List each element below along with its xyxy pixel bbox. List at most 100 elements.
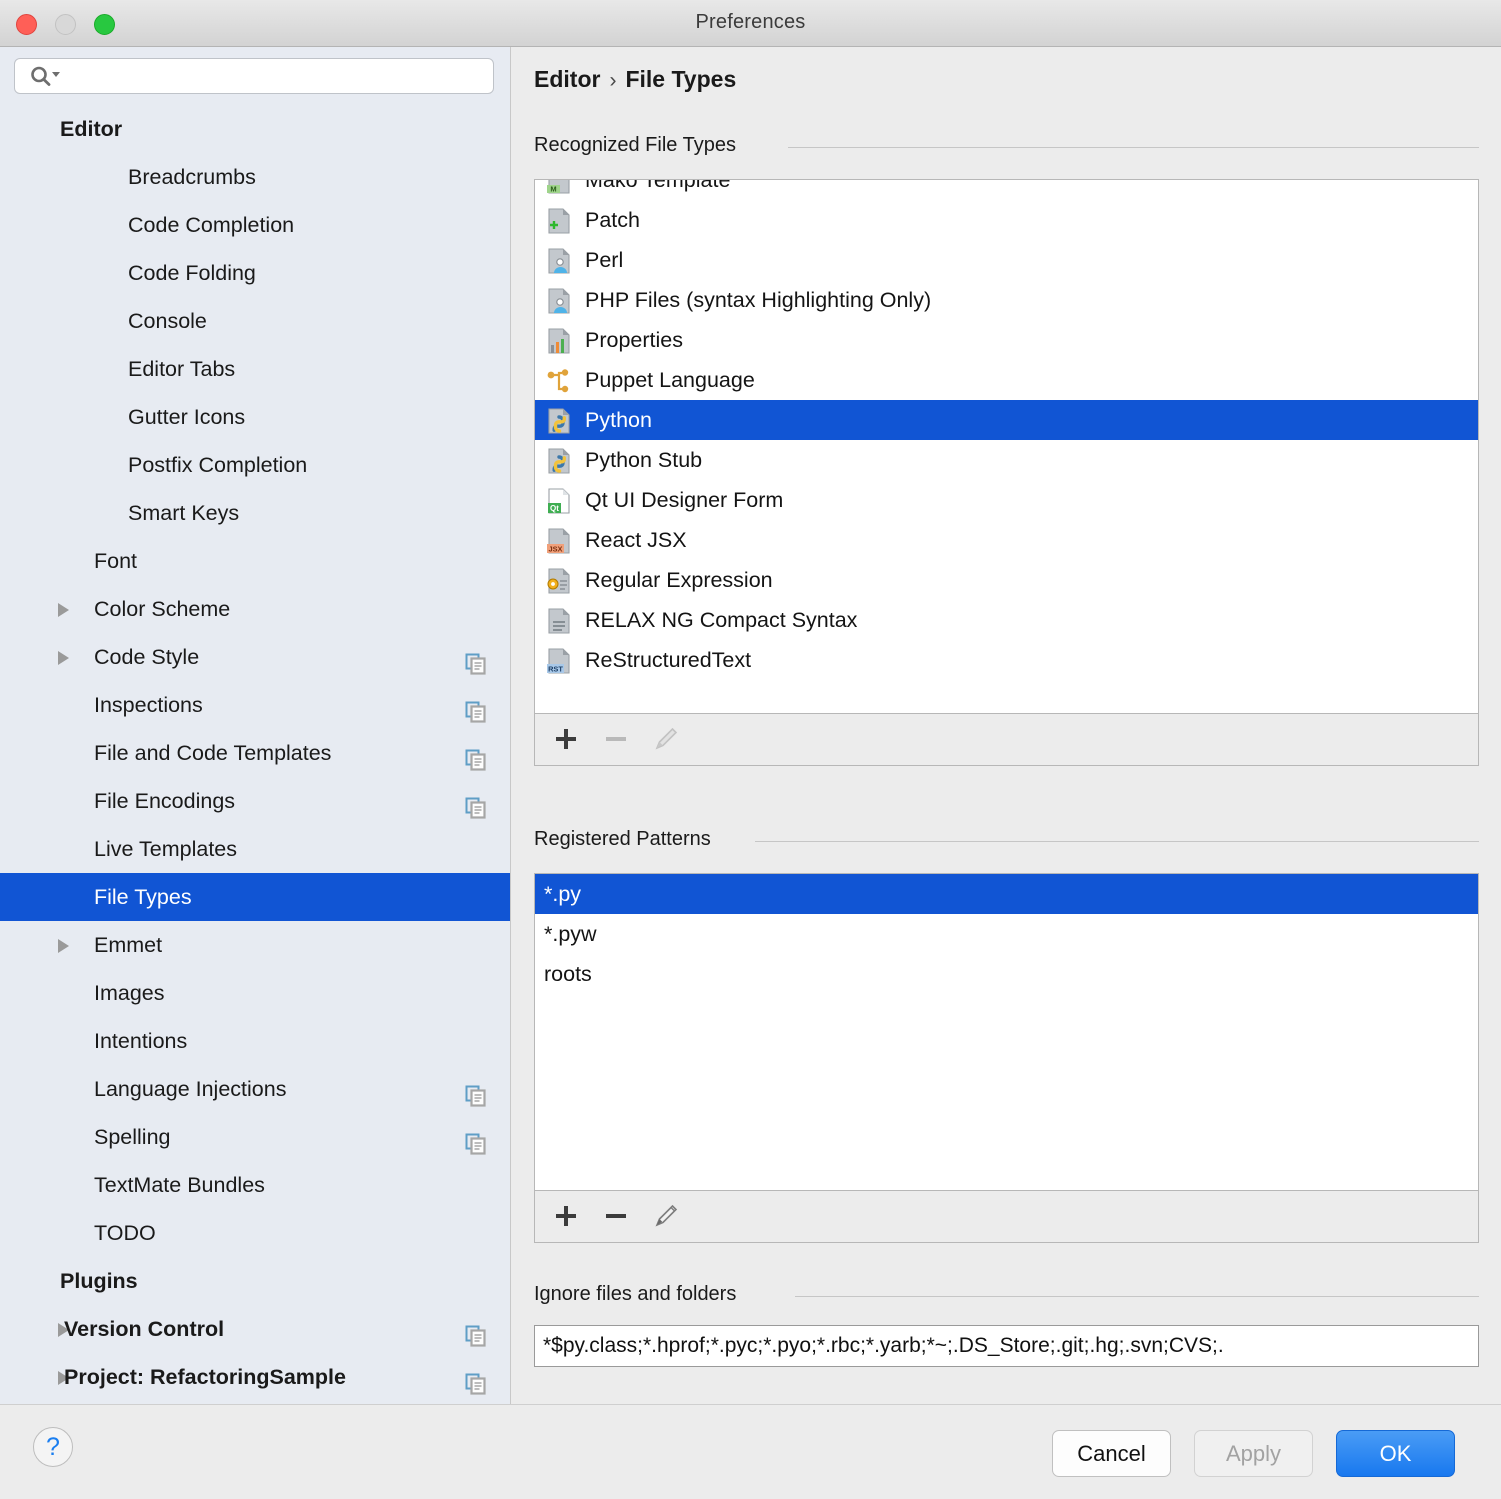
python-file-icon — [546, 408, 572, 434]
file-type-row[interactable]: Python Stub — [535, 440, 1478, 480]
file-type-row[interactable]: Properties — [535, 320, 1478, 360]
sidebar-item-emmet[interactable]: Emmet — [0, 921, 511, 969]
sidebar-item-label: File and Code Templates — [94, 729, 331, 777]
add-pattern-button[interactable] — [549, 1199, 583, 1233]
ok-button[interactable]: OK — [1336, 1430, 1455, 1477]
recognized-file-types-list[interactable]: MMako TemplatePatchPerlPHP Files (syntax… — [534, 179, 1479, 714]
copy-settings-icon[interactable] — [465, 791, 487, 813]
file-type-row[interactable]: RELAX NG Compact Syntax — [535, 600, 1478, 640]
file-type-label: RELAX NG Compact Syntax — [585, 600, 857, 640]
sidebar-item-font[interactable]: Font — [0, 537, 511, 585]
sidebar-item-language-injections[interactable]: Language Injections — [0, 1065, 511, 1113]
sidebar-item-console[interactable]: Console — [0, 297, 511, 345]
copy-settings-icon[interactable] — [465, 1127, 487, 1149]
file-type-row[interactable]: Regular Expression — [535, 560, 1478, 600]
sidebar-item-inspections[interactable]: Inspections — [0, 681, 511, 729]
perl-file-icon — [546, 248, 572, 274]
sidebar-item-gutter-icons[interactable]: Gutter Icons — [0, 393, 511, 441]
sidebar-item-code-completion[interactable]: Code Completion — [0, 201, 511, 249]
sidebar-item-file-types[interactable]: File Types — [0, 873, 511, 921]
file-type-row[interactable]: RSTReStructuredText — [535, 640, 1478, 680]
copy-settings-icon[interactable] — [465, 1319, 487, 1341]
file-type-row[interactable]: PHP Files (syntax Highlighting Only) — [535, 280, 1478, 320]
file-type-row[interactable]: Patch — [535, 200, 1478, 240]
sidebar-item-editor[interactable]: Editor — [0, 105, 511, 153]
sidebar-item-spelling[interactable]: Spelling — [0, 1113, 511, 1161]
sidebar-item-live-templates[interactable]: Live Templates — [0, 825, 511, 873]
sidebar-item-code-folding[interactable]: Code Folding — [0, 249, 511, 297]
expand-arrow-icon[interactable] — [58, 603, 69, 617]
registered-patterns-rule — [755, 841, 1479, 842]
sidebar-item-textmate-bundles[interactable]: TextMate Bundles — [0, 1161, 511, 1209]
sidebar-item-label: Inspections — [94, 681, 203, 729]
pattern-row[interactable]: *.pyw — [535, 914, 1478, 954]
copy-settings-icon[interactable] — [465, 743, 487, 765]
sidebar-item-intentions[interactable]: Intentions — [0, 1017, 511, 1065]
sidebar-item-label: Images — [94, 969, 165, 1017]
breadcrumb-current: File Types — [625, 66, 736, 92]
sidebar-item-label: Version Control — [64, 1305, 224, 1353]
sidebar-item-code-style[interactable]: Code Style — [0, 633, 511, 681]
remove-pattern-button[interactable] — [599, 1199, 633, 1233]
sidebar-item-label: Code Folding — [128, 249, 256, 297]
mako-file-icon: M — [546, 179, 572, 194]
remove-file-type-button[interactable] — [599, 722, 633, 756]
sidebar-item-label: Smart Keys — [128, 489, 239, 537]
pattern-row[interactable]: roots — [535, 954, 1478, 994]
sidebar-item-images[interactable]: Images — [0, 969, 511, 1017]
sidebar-item-label: Editor Tabs — [128, 345, 235, 393]
add-file-type-button[interactable] — [549, 722, 583, 756]
sidebar-item-postfix-completion[interactable]: Postfix Completion — [0, 441, 511, 489]
expand-arrow-icon[interactable] — [58, 939, 69, 953]
copy-settings-icon[interactable] — [465, 647, 487, 669]
sidebar-item-file-encodings[interactable]: File Encodings — [0, 777, 511, 825]
file-type-row[interactable]: MMako Template — [535, 179, 1478, 200]
sidebar-item-color-scheme[interactable]: Color Scheme — [0, 585, 511, 633]
sidebar-item-label: TODO — [94, 1209, 156, 1257]
sidebar-item-label: Project: RefactoringSample — [64, 1353, 346, 1401]
pattern-row[interactable]: *.py — [535, 874, 1478, 914]
sidebar-item-smart-keys[interactable]: Smart Keys — [0, 489, 511, 537]
file-type-row[interactable]: JSXReact JSX — [535, 520, 1478, 560]
sidebar-item-label: Gutter Icons — [128, 393, 245, 441]
file-type-row[interactable]: Puppet Language — [535, 360, 1478, 400]
search-input[interactable] — [14, 58, 494, 94]
cancel-button[interactable]: Cancel — [1052, 1430, 1171, 1477]
sidebar-item-project-refactoringsample[interactable]: Project: RefactoringSample — [0, 1353, 511, 1401]
copy-settings-icon[interactable] — [465, 695, 487, 717]
svg-text:M: M — [550, 185, 556, 194]
patch-file-icon — [546, 208, 572, 234]
sidebar-item-label: Breadcrumbs — [128, 153, 256, 201]
sidebar-item-label: Code Completion — [128, 201, 294, 249]
settings-nav-list[interactable]: EditorBreadcrumbsCode CompletionCode Fol… — [0, 105, 511, 1404]
sidebar-item-version-control[interactable]: Version Control — [0, 1305, 511, 1353]
sidebar-item-editor-tabs[interactable]: Editor Tabs — [0, 345, 511, 393]
patterns-toolbar — [534, 1191, 1479, 1243]
file-type-row[interactable]: Perl — [535, 240, 1478, 280]
file-type-label: Regular Expression — [585, 560, 773, 600]
file-type-label: Patch — [585, 200, 640, 240]
sidebar-item-file-and-code-templates[interactable]: File and Code Templates — [0, 729, 511, 777]
copy-settings-icon[interactable] — [465, 1079, 487, 1101]
ignore-files-input[interactable] — [534, 1325, 1479, 1367]
svg-text:Qt: Qt — [550, 504, 559, 513]
sidebar-item-label: Plugins — [60, 1257, 138, 1305]
expand-arrow-icon[interactable] — [58, 651, 69, 665]
sidebar-item-breadcrumbs[interactable]: Breadcrumbs — [0, 153, 511, 201]
file-type-row[interactable]: QtQt UI Designer Form — [535, 480, 1478, 520]
sidebar-item-label: Color Scheme — [94, 585, 230, 633]
file-type-label: Puppet Language — [585, 360, 755, 400]
copy-settings-icon[interactable] — [465, 1367, 487, 1389]
edit-pattern-button[interactable] — [649, 1199, 683, 1233]
file-type-row[interactable]: Python — [535, 400, 1478, 440]
rst-file-icon: RST — [546, 648, 572, 674]
sidebar-item-todo[interactable]: TODO — [0, 1209, 511, 1257]
edit-file-type-button[interactable] — [649, 722, 683, 756]
help-button[interactable]: ? — [33, 1427, 73, 1467]
sidebar-item-plugins[interactable]: Plugins — [0, 1257, 511, 1305]
file-type-label: Python — [585, 400, 652, 440]
registered-patterns-list[interactable]: *.py*.pywroots — [534, 873, 1479, 1191]
breadcrumb-root[interactable]: Editor — [534, 66, 600, 92]
search-box[interactable] — [14, 58, 494, 94]
apply-button[interactable]: Apply — [1194, 1430, 1313, 1477]
